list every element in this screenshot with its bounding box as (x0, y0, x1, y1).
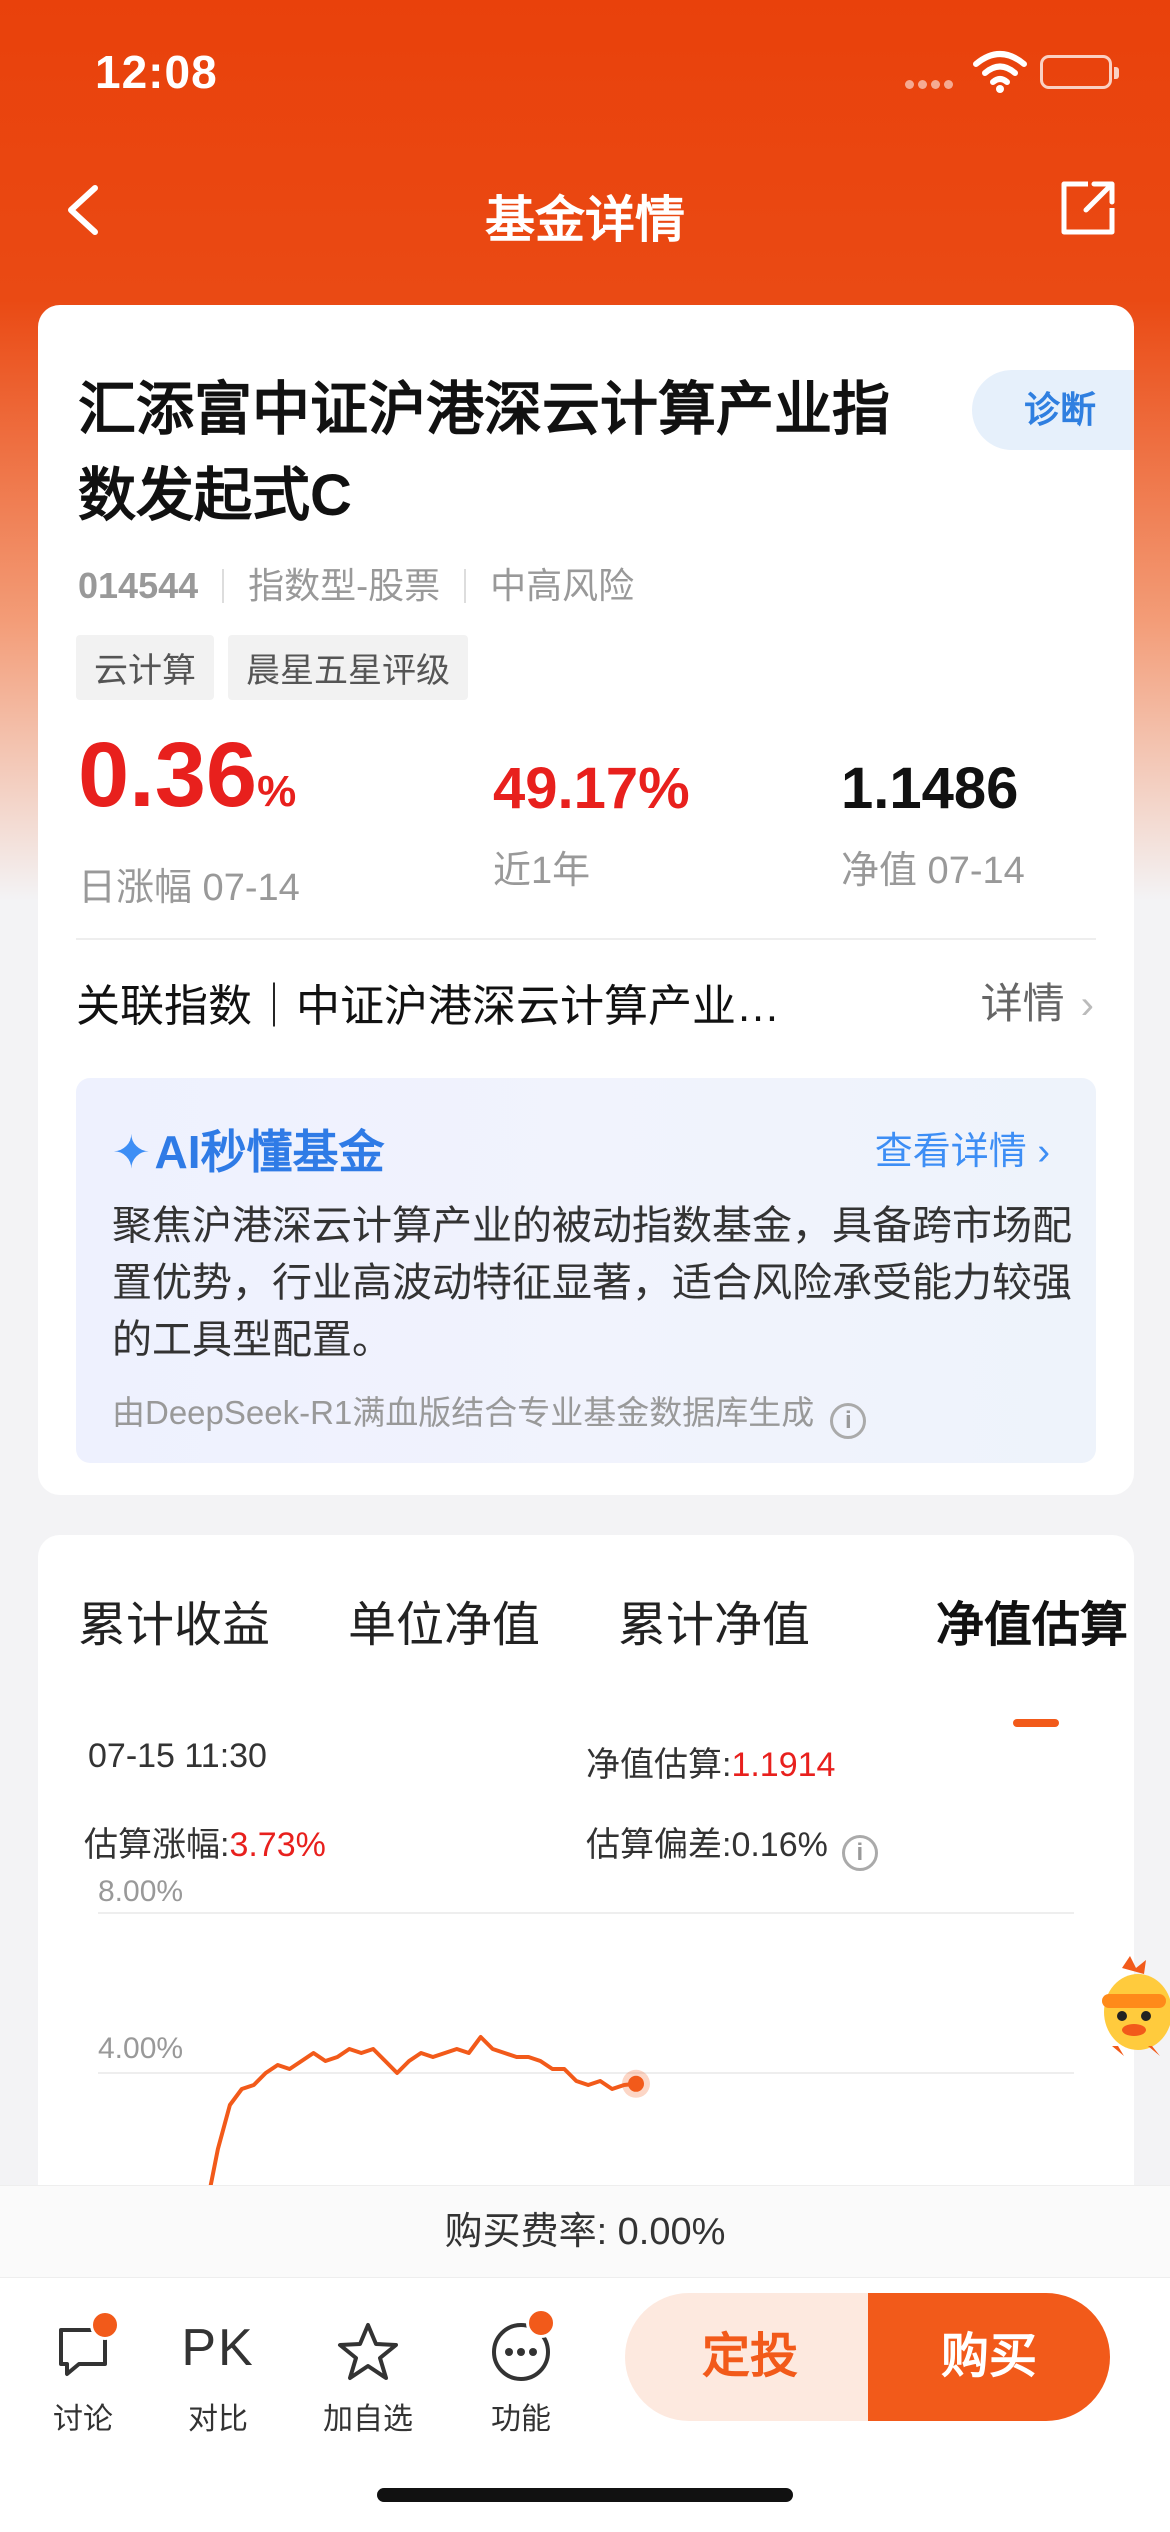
year-return-stat: 49.17% 近1年 (493, 753, 690, 894)
estimate-deviation-label: 估算偏差: (586, 1826, 732, 1864)
purchase-fee: 购买费率: 0.00% (0, 2185, 1170, 2277)
auto-invest-button[interactable]: 定投 (625, 2293, 875, 2421)
fund-tags: 云计算 晨星五星评级 (76, 635, 482, 700)
tag-cloud-computing[interactable]: 云计算 (76, 635, 214, 700)
discuss-icon-wrap (28, 2308, 138, 2388)
chevron-right-icon: › (1080, 983, 1094, 1027)
ai-more-label: 查看详情 (874, 1131, 1027, 1173)
mascot-icon[interactable] (1092, 1950, 1170, 2070)
tag-rating[interactable]: 晨星五星评级 (228, 635, 468, 700)
nav-label: 净值 07-14 (841, 850, 1025, 892)
info-icon[interactable]: i (830, 1403, 867, 1439)
estimate-series-line (204, 2035, 637, 2210)
estimate-deviation-value: 0.16% (731, 1826, 828, 1864)
nav-stat: 1.1486 净值 07-14 (841, 753, 1025, 894)
year-return-value: 49.17% (493, 756, 690, 821)
fund-meta: 014544 指数型-股票 中高风险 (78, 557, 634, 609)
notification-badge (526, 2308, 556, 2338)
nav-bar: 基金详情 (0, 150, 1170, 270)
ai-footer: 由DeepSeek-R1满血版结合专业基金数据库生成 i (112, 1386, 867, 1439)
nav-chart-card: 累计收益 单位净值 累计净值 净值估算 07-15 11:30 净值估算:1.1… (38, 1535, 1134, 2295)
active-tab-indicator (1013, 1719, 1059, 1727)
fund-name: 汇添富中证沪港深云计算产业指数发起式C (78, 377, 891, 528)
meta-divider (464, 569, 467, 603)
functions-label: 功能 (491, 2403, 551, 2436)
tab-cumulative-nav[interactable]: 累计净值 (618, 1585, 810, 1655)
latest-point (628, 2075, 644, 2092)
estimate-change: 估算涨幅:3.73% (84, 1817, 326, 1866)
meta-divider (222, 569, 225, 603)
ai-more-link[interactable]: 查看详情 › (875, 1120, 1050, 1175)
estimate-change-label: 估算涨幅: (84, 1826, 230, 1864)
ai-footer-label: 由DeepSeek-R1满血版结合专业基金数据库生成 (112, 1394, 815, 1431)
favorite-label: 加自选 (323, 2403, 413, 2436)
tab-unit-nav[interactable]: 单位净值 (348, 1585, 540, 1655)
fund-summary-card: 汇添富中证沪港深云计算产业指数发起式C 诊断 014544 指数型-股票 中高风险 … (38, 305, 1134, 1495)
daily-change-label: 日涨幅 07-14 (78, 867, 300, 909)
wifi-icon (973, 51, 1027, 93)
star-icon (338, 2323, 398, 2380)
home-indicator (377, 2488, 793, 2502)
chevron-right-icon: › (1037, 1131, 1050, 1173)
year-return-label: 近1年 (493, 850, 591, 892)
functions-button[interactable]: 功能 (466, 2308, 576, 2438)
functions-icon-wrap (466, 2308, 576, 2388)
favorite-icon-wrap (313, 2308, 423, 2388)
fund-risk: 中高风险 (490, 565, 635, 606)
status-time: 12:08 (95, 46, 218, 98)
estimate-nav-label: 净值估算: (586, 1746, 732, 1784)
estimate-nav: 净值估算:1.1914 (586, 1737, 835, 1786)
compare-label: 对比 (188, 2403, 248, 2436)
estimate-nav-value: 1.1914 (731, 1746, 836, 1784)
status-bar: 12:08 (0, 0, 1170, 140)
daily-change-stat: 0.36% 日涨幅 07-14 (78, 725, 300, 911)
ai-title-label: AI秒懂基金 (154, 1126, 385, 1178)
estimate-deviation: 估算偏差:0.16% i (586, 1817, 878, 1871)
signal-icon (905, 76, 961, 89)
chart-tabs: 累计收益 单位净值 累计净值 净值估算 (78, 1585, 1128, 1727)
tab-cumulative-return[interactable]: 累计收益 (78, 1585, 270, 1655)
daily-change-value: 0.36% (78, 724, 297, 826)
estimate-change-value: 3.73% (229, 1826, 326, 1864)
ai-summary-panel[interactable]: ✦AI秒懂基金 查看详情 › 聚焦沪港深云计算产业的被动指数基金，具备跨市场配置… (76, 1078, 1096, 1463)
ai-summary-text: 聚焦沪港深云计算产业的被动指数基金，具备跨市场配置优势，行业高波动特征显著，适合… (112, 1204, 1072, 1362)
notification-badge (90, 2310, 120, 2340)
buy-button[interactable]: 购买 (868, 2293, 1110, 2421)
divider (76, 938, 1096, 940)
discuss-button[interactable]: 讨论 (28, 2308, 138, 2438)
compare-button[interactable]: PK 对比 (163, 2308, 273, 2438)
nav-value: 1.1486 (841, 756, 1019, 821)
sparkle-icon: ✦ (112, 1126, 151, 1178)
related-index-text[interactable]: 关联指数｜中证沪港深云计算产业… (76, 970, 780, 1034)
info-icon[interactable]: i (841, 1835, 878, 1871)
diagnose-button[interactable]: 诊断 (972, 370, 1134, 450)
estimate-time: 07-15 11:30 (88, 1737, 267, 1775)
pk-icon: PK (181, 2319, 255, 2377)
related-index-detail-link[interactable]: 详情 › (981, 970, 1094, 1031)
battery-icon (1040, 55, 1119, 89)
discuss-label: 讨论 (53, 2403, 113, 2436)
favorite-button[interactable]: 加自选 (313, 2308, 423, 2438)
share-icon[interactable] (1058, 178, 1118, 238)
fund-code: 014544 (78, 565, 199, 606)
fund-type: 指数型-股票 (248, 565, 441, 606)
ai-title: ✦AI秒懂基金 (112, 1116, 385, 1182)
tab-nav-estimate[interactable]: 净值估算 (936, 1585, 1128, 1655)
page-title: 基金详情 (485, 192, 685, 248)
related-index-detail-label: 详情 (980, 980, 1065, 1027)
